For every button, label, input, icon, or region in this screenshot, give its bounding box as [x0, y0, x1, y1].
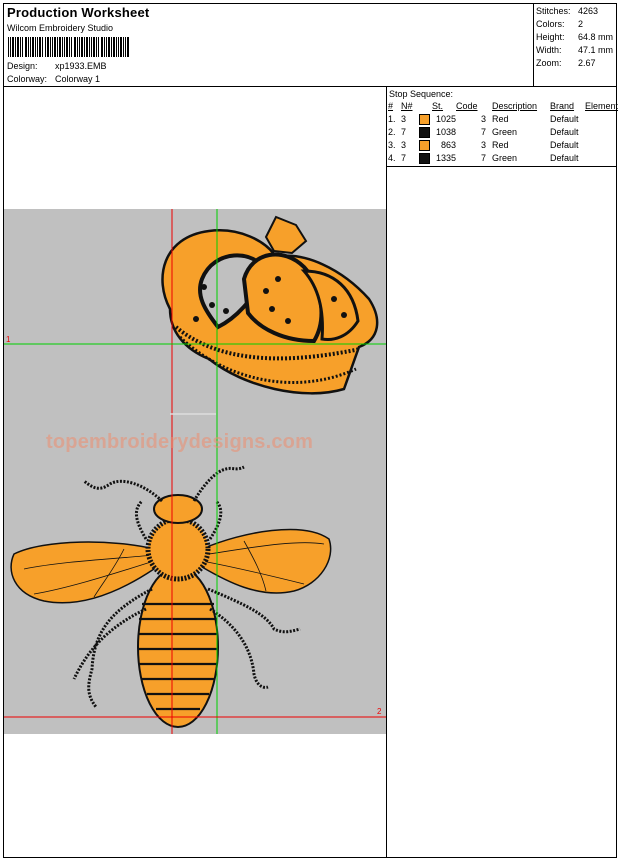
stat-stitches: Stitches: 4263: [536, 6, 599, 16]
barcode-icon: [8, 37, 129, 57]
stats-divider: [533, 3, 534, 86]
col-description: Description: [492, 101, 538, 111]
table-row: 1. 3 1025 3 Red Default: [388, 114, 579, 126]
col-stitches: St.: [432, 101, 444, 111]
page-title: Production Worksheet: [7, 5, 150, 20]
col-num: #: [388, 101, 394, 111]
design-value: xp1933.EMB: [55, 61, 107, 71]
design-stats: Stitches: 4263 Colors: 2 Height: 64.8 mm Wi…: [536, 5, 613, 70]
stat-zoom: Zoom: 2.67: [536, 58, 596, 68]
col-code: Code: [456, 101, 478, 111]
color-swatch: [419, 153, 430, 165]
stop-sequence-table: # N# St. Code Description Brand Element …: [388, 100, 618, 165]
design-preview: 1 2 topembroiderydesigns.com: [4, 209, 386, 734]
stat-width: Width: 47.1 mm: [536, 45, 614, 55]
stop-sequence-divider: [386, 166, 617, 167]
colorway-row: Colorway: Colorway 1: [7, 74, 100, 84]
table-row: 2. 7 1038 7 Green Default: [388, 127, 579, 139]
marker-1: 1: [6, 335, 11, 344]
col-element: Element: [585, 101, 619, 111]
bee-icon: [10, 465, 332, 728]
design-label: Design:: [7, 61, 38, 71]
stop-sequence-title: Stop Sequence:: [389, 89, 454, 99]
col-brand: Brand: [550, 101, 575, 111]
colorway-label: Colorway:: [7, 74, 48, 84]
embroidery-preview: [4, 209, 386, 734]
col-needle: N#: [401, 101, 413, 111]
crown-icon: [161, 215, 379, 395]
color-swatch: [419, 127, 430, 139]
header-divider: [3, 86, 617, 87]
design-row: Design: xp1933.EMB: [7, 61, 107, 71]
table-row: 4. 7 1335 7 Green Default: [388, 153, 579, 165]
table-row: 3. 3 863 3 Red Default: [388, 140, 579, 152]
stat-height: Height: 64.8 mm: [536, 32, 614, 42]
column-divider: [386, 86, 387, 858]
color-swatch: [419, 140, 430, 152]
software-name: Wilcom Embroidery Studio: [7, 23, 114, 33]
stop-sequence-header: # N# St. Code Description Brand Element: [388, 100, 618, 113]
col-swatch: [419, 100, 432, 113]
marker-2: 2: [377, 707, 382, 716]
watermark-text: topembroiderydesigns.com: [46, 431, 314, 453]
stat-colors: Colors: 2: [536, 19, 584, 29]
color-swatch: [419, 114, 430, 126]
colorway-value: Colorway 1: [55, 74, 101, 84]
